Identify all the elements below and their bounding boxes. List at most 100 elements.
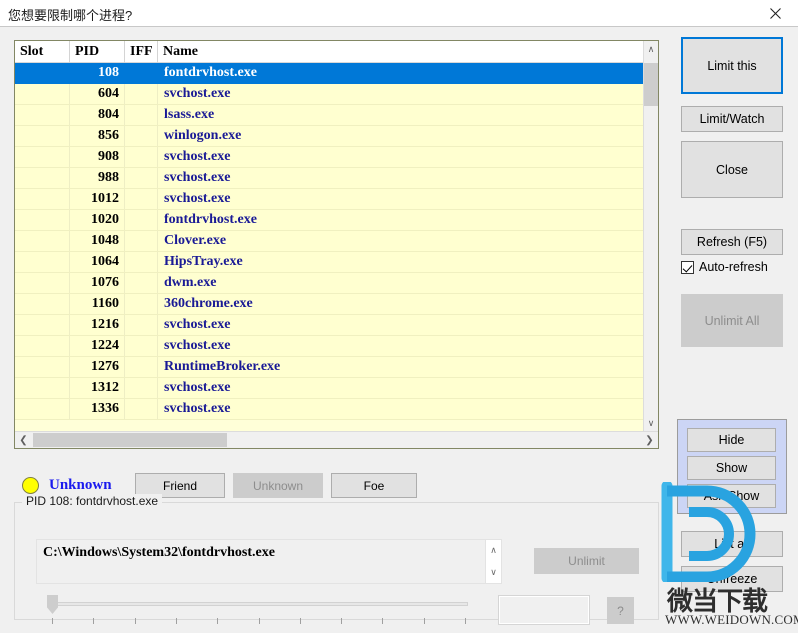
cell-pid: 108 bbox=[70, 63, 125, 83]
refresh-button[interactable]: Refresh (F5) bbox=[681, 229, 783, 255]
process-path-value: C:\Windows\System32\fontdrvhost.exe bbox=[43, 545, 275, 560]
slider-tick bbox=[93, 618, 95, 624]
cell-pid: 1276 bbox=[70, 357, 125, 377]
cell-slot bbox=[15, 147, 70, 167]
cell-iff bbox=[125, 252, 158, 272]
show-button[interactable]: Show bbox=[687, 456, 776, 480]
scroll-up-icon[interactable]: ∧ bbox=[644, 41, 658, 58]
cell-slot bbox=[15, 378, 70, 398]
path-field-scrollbar[interactable]: ∧ ∨ bbox=[485, 540, 501, 583]
ask-show-button[interactable]: Ask/Show bbox=[687, 484, 776, 508]
cell-name: dwm.exe bbox=[164, 275, 217, 290]
column-header-iff[interactable]: IFF bbox=[125, 41, 158, 63]
cell-name: svchost.exe bbox=[164, 191, 231, 206]
cell-name: Clover.exe bbox=[164, 233, 227, 248]
cell-pid: 908 bbox=[70, 147, 125, 167]
process-list-header: Slot PID IFF Name bbox=[15, 41, 645, 63]
table-row[interactable]: 908 svchost.exe bbox=[15, 147, 645, 168]
limit-watch-button[interactable]: Limit/Watch bbox=[681, 106, 783, 132]
cell-slot bbox=[15, 294, 70, 314]
cell-name: lsass.exe bbox=[164, 107, 215, 122]
limit-this-button[interactable]: Limit this bbox=[681, 37, 783, 94]
limit-slider[interactable] bbox=[42, 592, 472, 624]
cell-pid: 604 bbox=[70, 84, 125, 104]
unlimit-all-button[interactable]: Unlimit All bbox=[681, 294, 783, 347]
cell-pid: 1216 bbox=[70, 315, 125, 335]
table-row[interactable]: 1048 Clover.exe bbox=[15, 231, 645, 252]
cell-name: 360chrome.exe bbox=[164, 296, 253, 311]
cell-slot bbox=[15, 84, 70, 104]
table-row[interactable]: 108 fontdrvhost.exe bbox=[15, 63, 645, 84]
process-path-field[interactable]: C:\Windows\System32\fontdrvhost.exe ∧ ∨ bbox=[36, 539, 502, 584]
unlimit-button[interactable]: Unlimit bbox=[534, 548, 639, 574]
cell-name: RuntimeBroker.exe bbox=[164, 359, 281, 374]
process-list-horizontal-scrollbar[interactable]: ❮ ❯ bbox=[15, 431, 658, 448]
cell-iff bbox=[125, 294, 158, 314]
cell-pid: 1224 bbox=[70, 336, 125, 356]
table-row[interactable]: 1012 svchost.exe bbox=[15, 189, 645, 210]
slider-thumb[interactable] bbox=[47, 595, 58, 614]
table-row[interactable]: 988 svchost.exe bbox=[15, 168, 645, 189]
table-row[interactable]: 804 lsass.exe bbox=[15, 105, 645, 126]
scroll-right-icon[interactable]: ❯ bbox=[641, 432, 658, 448]
cell-slot bbox=[15, 357, 70, 377]
cell-iff bbox=[125, 399, 158, 419]
process-list-vertical-scrollbar[interactable]: ∧ ∨ bbox=[643, 41, 658, 432]
column-header-name[interactable]: Name bbox=[158, 41, 645, 63]
cell-name: svchost.exe bbox=[164, 86, 231, 101]
cell-pid: 988 bbox=[70, 168, 125, 188]
list-all-button[interactable]: List all bbox=[681, 531, 783, 557]
cell-iff bbox=[125, 315, 158, 335]
auto-refresh-label: Auto-refresh bbox=[699, 260, 768, 274]
cell-pid: 1076 bbox=[70, 273, 125, 293]
horizontal-scrollbar-thumb[interactable] bbox=[33, 433, 227, 447]
table-row[interactable]: 1160 360chrome.exe bbox=[15, 294, 645, 315]
cell-slot bbox=[15, 315, 70, 335]
slider-track[interactable] bbox=[50, 602, 468, 606]
cell-slot bbox=[15, 336, 70, 356]
dialog-client-area: Slot PID IFF Name 108 fontdrvhost.exe 604 s… bbox=[0, 27, 798, 633]
process-list[interactable]: Slot PID IFF Name 108 fontdrvhost.exe 604 s… bbox=[14, 40, 659, 449]
slider-tick bbox=[465, 618, 466, 624]
vertical-scrollbar-thumb[interactable] bbox=[644, 63, 658, 106]
cell-slot bbox=[15, 231, 70, 251]
cell-iff bbox=[125, 273, 158, 293]
table-row[interactable]: 856 winlogon.exe bbox=[15, 126, 645, 147]
limit-value-input[interactable] bbox=[498, 595, 590, 625]
close-icon[interactable] bbox=[753, 0, 798, 26]
checkmark-icon[interactable] bbox=[681, 260, 694, 274]
cell-pid: 1336 bbox=[70, 399, 125, 419]
slider-tick bbox=[52, 618, 53, 624]
cell-pid: 804 bbox=[70, 105, 125, 125]
table-row[interactable]: 1020 fontdrvhost.exe bbox=[15, 210, 645, 231]
table-row[interactable]: 1076 dwm.exe bbox=[15, 273, 645, 294]
status-indicator-dot bbox=[22, 477, 39, 494]
scroll-down-icon[interactable]: ∨ bbox=[644, 415, 658, 432]
close-button[interactable]: Close bbox=[681, 141, 783, 198]
cell-iff bbox=[125, 231, 158, 251]
watermark-url: WWW.WEIDOWN.COM bbox=[665, 612, 798, 627]
auto-refresh-checkbox[interactable]: Auto-refresh bbox=[681, 260, 768, 274]
unknown-button[interactable]: Unknown bbox=[233, 473, 323, 498]
unfreeze-button[interactable]: Unfreeze bbox=[681, 566, 783, 592]
table-row[interactable]: 1064 HipsTray.exe bbox=[15, 252, 645, 273]
table-row[interactable]: 1224 svchost.exe bbox=[15, 336, 645, 357]
table-row[interactable]: 1216 svchost.exe bbox=[15, 315, 645, 336]
table-row[interactable]: 604 svchost.exe bbox=[15, 84, 645, 105]
path-scroll-down-icon[interactable]: ∨ bbox=[486, 562, 501, 583]
foe-button[interactable]: Foe bbox=[331, 473, 417, 498]
table-row[interactable]: 1336 svchost.exe bbox=[15, 399, 645, 420]
help-button[interactable]: ? bbox=[607, 597, 634, 624]
path-scroll-up-icon[interactable]: ∧ bbox=[486, 540, 501, 561]
column-header-pid[interactable]: PID bbox=[70, 41, 125, 63]
table-row[interactable]: 1312 svchost.exe bbox=[15, 378, 645, 399]
table-row[interactable]: 1276 RuntimeBroker.exe bbox=[15, 357, 645, 378]
scroll-left-icon[interactable]: ❮ bbox=[15, 432, 32, 448]
column-header-slot[interactable]: Slot bbox=[15, 41, 70, 63]
hide-button[interactable]: Hide bbox=[687, 428, 776, 452]
process-list-rows: 108 fontdrvhost.exe 604 svchost.exe 804 lsass… bbox=[15, 63, 645, 432]
cell-iff bbox=[125, 63, 158, 83]
cell-slot bbox=[15, 189, 70, 209]
cell-pid: 1160 bbox=[70, 294, 125, 314]
cell-iff bbox=[125, 336, 158, 356]
